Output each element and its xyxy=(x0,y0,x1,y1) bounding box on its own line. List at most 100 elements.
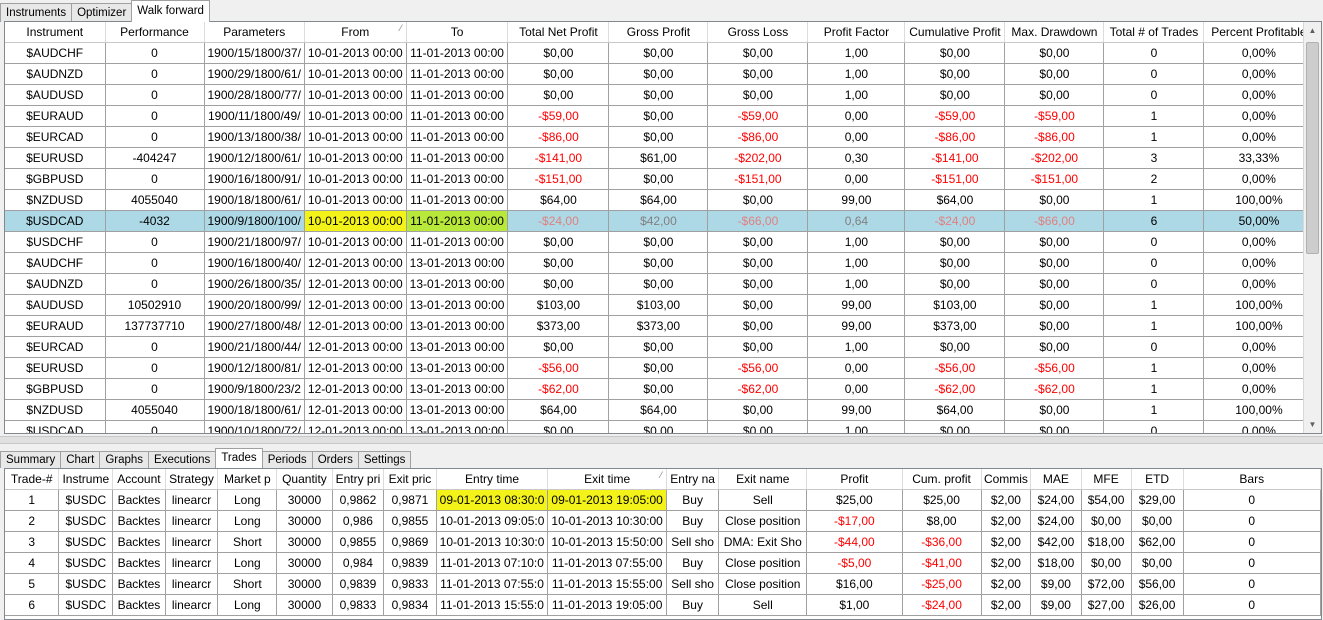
cell-profit-factor: 1,00 xyxy=(807,84,906,106)
tab-walk-forward[interactable]: Walk forward xyxy=(131,0,210,22)
cell-total-net-profit: -$86,00 xyxy=(507,126,610,148)
trade-cell-market-p: Long xyxy=(217,510,278,532)
table-row[interactable]: $EURCAD 0 1900/13/1800/38/10-01-2013 00:00… xyxy=(5,126,1315,148)
trade-cell-etd: $56,00 xyxy=(1131,573,1184,595)
table-row[interactable]: $EURCAD 0 1900/21/1800/44/12-01-2013 00:00… xyxy=(5,336,1315,358)
tab-settings[interactable]: Settings xyxy=(357,451,412,468)
tab-executions[interactable]: Executions xyxy=(148,451,217,468)
column-header-to[interactable]: To xyxy=(406,22,509,43)
tab-graphs[interactable]: Graphs xyxy=(99,451,150,468)
tab-summary[interactable]: Summary xyxy=(0,451,62,468)
table-row[interactable]: $AUDNZD 0 1900/29/1800/61/10-01-2013 00:00… xyxy=(5,63,1315,85)
table-row[interactable]: $NZDUSD 4055040 1900/18/1800/61/10-01-2013… xyxy=(5,189,1315,211)
column-header-gross-profit[interactable]: Gross Profit xyxy=(608,22,709,43)
trade-cell-entry-pri: 0,9862 xyxy=(332,489,385,511)
trade-cell-etd: $0,00 xyxy=(1131,510,1184,532)
trade-column-header-cum-profit[interactable]: Cum. profit xyxy=(902,469,982,490)
column-header-total-of-trades[interactable]: Total # of Trades xyxy=(1103,22,1205,43)
table-row[interactable]: $EURUSD 0 1900/12/1800/81/12-01-2013 00:00… xyxy=(5,357,1315,379)
cell-percent-profitable: 0,00% xyxy=(1203,336,1315,358)
tab-periods[interactable]: Periods xyxy=(261,451,313,468)
table-row[interactable]: $GBPUSD 0 1900/9/1800/23/2 12-01-2013 00:00… xyxy=(5,378,1315,400)
trade-column-header-trade[interactable]: Trade-# xyxy=(5,469,60,490)
column-header-total-net-profit[interactable]: Total Net Profit xyxy=(507,22,610,43)
trade-cell-cum-profit: -$25,00 xyxy=(902,573,982,595)
cell-performance: 0 xyxy=(105,84,205,106)
column-header-parameters[interactable]: Parameters xyxy=(204,22,305,43)
table-row[interactable]: $EURUSD -404247 1900/12/1800/61/10-01-2013… xyxy=(5,147,1315,169)
trade-column-header-strategy[interactable]: Strategy xyxy=(165,469,219,490)
scroll-down-icon[interactable]: ▼ xyxy=(1304,416,1321,433)
trade-column-header-quantity[interactable]: Quantity xyxy=(276,469,333,490)
trade-cell-etd: $26,00 xyxy=(1131,594,1184,616)
trade-column-header-bars[interactable]: Bars xyxy=(1183,469,1321,490)
cell-max-drawdown: $0,00 xyxy=(1004,336,1105,358)
table-row[interactable]: $AUDUSD 0 1900/28/1800/77/10-01-2013 00:00… xyxy=(5,84,1315,106)
table-row[interactable]: $USDCAD 0 1900/10/1800/72/12-01-2013 00:00… xyxy=(5,420,1315,433)
trade-column-header-etd[interactable]: ETD xyxy=(1131,469,1184,490)
trade-column-header-commis[interactable]: Commis xyxy=(981,469,1032,490)
panel-splitter[interactable] xyxy=(0,436,1323,444)
trade-column-header-entry-pri[interactable]: Entry pri xyxy=(332,469,385,490)
trade-cell-cum-profit: $8,00 xyxy=(902,510,982,532)
scroll-up-icon[interactable]: ▲ xyxy=(1304,22,1321,39)
column-header-gross-loss[interactable]: Gross Loss xyxy=(707,22,809,43)
column-header-percent-profitable[interactable]: Percent Profitable xyxy=(1203,22,1315,43)
table-row[interactable]: $GBPUSD 0 1900/16/1800/91/10-01-2013 00:00… xyxy=(5,168,1315,190)
column-header-instrument[interactable]: Instrument xyxy=(5,22,106,43)
cell-total-net-profit: -$62,00 xyxy=(507,378,610,400)
trade-row[interactable]: 4 $USDC Backtes linearcr Long 30000 0,984 0,983… xyxy=(5,552,1321,574)
trade-row[interactable]: 5 $USDC Backtes linearcr Short 30000 0,9839 0,9… xyxy=(5,573,1321,595)
table-row[interactable]: $EURAUD 0 1900/11/1800/49/10-01-2013 00:00… xyxy=(5,105,1315,127)
scrollbar-thumb[interactable] xyxy=(1306,42,1319,254)
table-row[interactable]: $AUDUSD 10502910 1900/20/1800/99/12-01-201… xyxy=(5,294,1315,316)
trade-cell-entry-na: Buy xyxy=(666,552,720,574)
table-row[interactable]: $AUDCHF 0 1900/15/1800/37/10-01-2013 00:00… xyxy=(5,42,1315,64)
table-row[interactable]: $NZDUSD 4055040 1900/18/1800/61/12-01-2013… xyxy=(5,399,1315,421)
column-header-label: Exit pric xyxy=(388,472,432,486)
trade-column-header-exit-name[interactable]: Exit name xyxy=(718,469,808,490)
column-header-max-drawdown[interactable]: Max. Drawdown xyxy=(1004,22,1105,43)
cell-gross-loss: $0,00 xyxy=(707,42,809,64)
trade-column-header-profit[interactable]: Profit xyxy=(806,469,903,490)
cell-performance: 0 xyxy=(105,105,205,127)
table-row[interactable]: $AUDCHF 0 1900/16/1800/40/12-01-2013 00:00… xyxy=(5,252,1315,274)
trade-column-header-market-p[interactable]: Market p xyxy=(217,469,278,490)
tab-instruments[interactable]: Instruments xyxy=(0,3,73,22)
trade-column-header-entry-time[interactable]: Entry time xyxy=(436,469,549,490)
cell-parameters: 1900/28/1800/77/ xyxy=(204,84,305,106)
trade-column-header-mae[interactable]: MAE xyxy=(1030,469,1082,490)
trade-column-header-account[interactable]: Account xyxy=(112,469,166,490)
cell-from: 12-01-2013 00:00 xyxy=(304,378,407,400)
tab-trades[interactable]: Trades xyxy=(215,448,263,468)
trade-column-header-exit-time[interactable]: Exit time ⁄ xyxy=(547,469,667,490)
table-row[interactable]: $AUDNZD 0 1900/26/1800/35/12-01-2013 00:00… xyxy=(5,273,1315,295)
column-header-performance[interactable]: Performance xyxy=(105,22,205,43)
vertical-scrollbar[interactable]: ▲ ▼ xyxy=(1303,22,1321,433)
cell-profit-factor: 0,00 xyxy=(807,105,906,127)
trade-row[interactable]: 1 $USDC Backtes linearcr Long 30000 0,9862 0,98… xyxy=(5,489,1321,511)
table-row[interactable]: $USDCHF 0 1900/21/1800/97/10-01-2013 00:00… xyxy=(5,231,1315,253)
cell-gross-loss: $0,00 xyxy=(707,273,809,295)
column-header-profit-factor[interactable]: Profit Factor xyxy=(807,22,906,43)
cell-parameters: 1900/12/1800/61/ xyxy=(204,147,305,169)
table-row[interactable]: $USDCAD -4032 1900/9/1800/100/10-01-2013 0… xyxy=(5,210,1315,232)
tab-chart[interactable]: Chart xyxy=(60,451,101,468)
cell-total-net-profit: -$59,00 xyxy=(507,105,610,127)
trade-row[interactable]: 6 $USDC Backtes linearcr Long 30000 0,9833 0,98… xyxy=(5,594,1321,616)
trade-row[interactable]: 2 $USDC Backtes linearcr Long 30000 0,986 0,985… xyxy=(5,510,1321,532)
cell-cumulative-profit: -$56,00 xyxy=(904,357,1006,379)
trade-cell-bars: 0 xyxy=(1183,594,1321,616)
column-header-cumulative-profit[interactable]: Cumulative Profit xyxy=(904,22,1006,43)
tab-optimizer[interactable]: Optimizer xyxy=(71,3,133,22)
trade-column-header-exit-pric[interactable]: Exit pric xyxy=(383,469,437,490)
tab-orders[interactable]: Orders xyxy=(311,451,359,468)
trade-column-header-entry-na[interactable]: Entry na xyxy=(666,469,720,490)
trade-column-header-instrume[interactable]: Instrume xyxy=(58,469,114,490)
trade-row[interactable]: 3 $USDC Backtes linearcr Short 30000 0,9855 0,9… xyxy=(5,531,1321,553)
trade-cell-entry-pri: 0,9855 xyxy=(332,531,385,553)
cell-gross-loss: $0,00 xyxy=(707,315,809,337)
trade-column-header-mfe[interactable]: MFE xyxy=(1081,469,1132,490)
table-row[interactable]: $EURAUD 137737710 1900/27/1800/48/12-01-20… xyxy=(5,315,1315,337)
column-header-from[interactable]: From ⁄ xyxy=(304,22,407,43)
